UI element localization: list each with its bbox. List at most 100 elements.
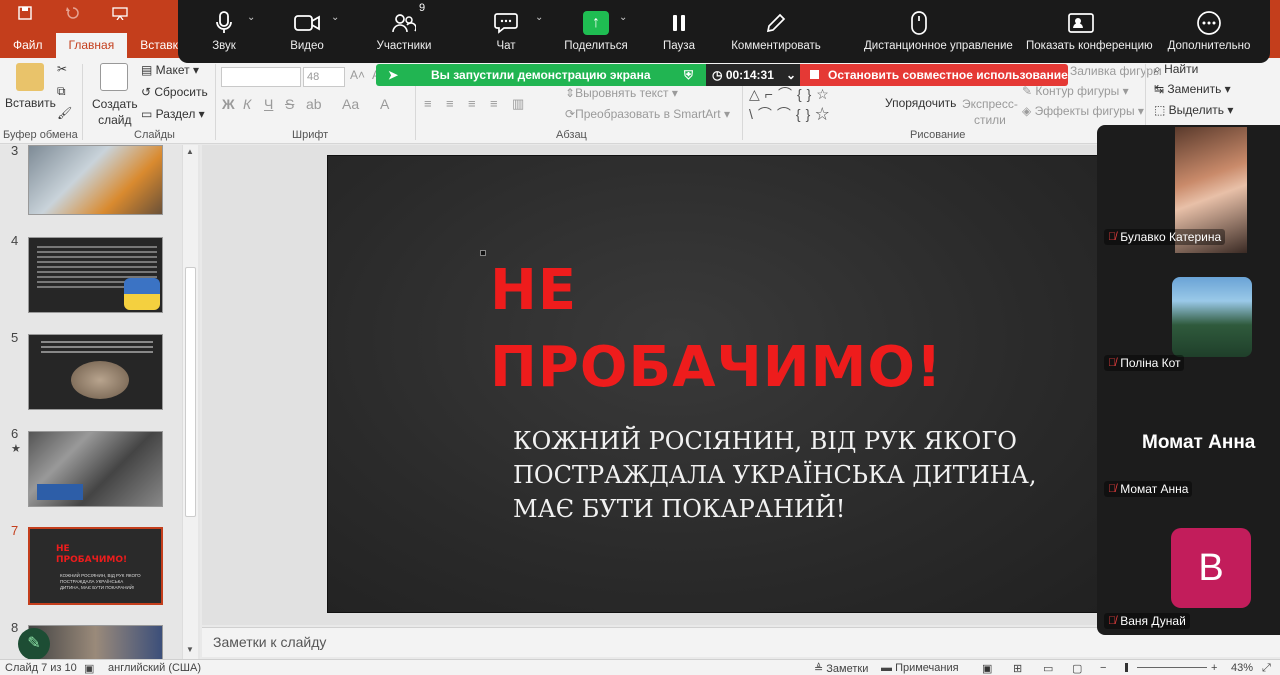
thumbnail-title-line1: НЕ [56,544,70,554]
italic-icon[interactable]: К [243,96,251,112]
slide-thumbnail-5[interactable] [28,334,163,410]
zoom-slider[interactable] [1137,667,1207,668]
annotate-button[interactable]: Комментировать [721,6,831,60]
shape-effects-button[interactable]: ◈ Эффекты фигуры ▾ [1022,104,1144,118]
bold-icon[interactable]: Ж [222,96,235,112]
tab-file[interactable]: Файл [0,33,56,58]
slide-thumbnail-7[interactable]: НЕ ПРОБАЧИМО! КОЖНИЙ РОСІЯНИН, ВІД РУК Я… [28,527,163,605]
cut-icon[interactable]: ✂ [57,62,67,76]
paste-icon[interactable] [16,63,44,91]
zoom-out-icon[interactable]: − [1100,662,1106,674]
select-button[interactable]: ⬚ Выделить ▾ [1154,103,1233,117]
chevron-down-icon[interactable]: ⌄ [331,12,339,23]
slide-thumbnail-6[interactable] [28,431,163,507]
notes-toggle[interactable]: ≜ Заметки [814,662,868,675]
font-size-field[interactable]: 48 [303,67,345,87]
pause-label: Пауза [663,40,695,52]
participants-button[interactable]: Участники [349,6,459,60]
video-button[interactable]: Видео [252,6,362,60]
arrange-button[interactable]: Упорядочить [885,96,956,110]
change-case-icon[interactable]: Aa [342,96,359,112]
align-text-button[interactable]: ⇕Выровнять текст ▾ [565,86,678,100]
present-from-start-icon[interactable] [112,6,128,23]
accessibility-icon[interactable]: ▣ [84,662,94,675]
format-painter-icon[interactable]: 🖌 [57,106,72,120]
shape-outline-button[interactable]: ✎ Контур фигуры ▾ [1022,84,1129,98]
shapes-gallery[interactable]: △⌐⌒{}☆ [749,84,834,104]
zoom-slider-knob[interactable] [1125,663,1128,672]
participant-tile[interactable]: 🎙̸ Булавко Катерина [1097,125,1280,253]
participant-tile[interactable]: 🎙̸ Поліна Кот [1097,251,1280,377]
stop-icon [810,70,819,79]
new-slide-button[interactable]: Создать слайд [92,96,138,128]
more-button[interactable]: Дополнительно [1154,6,1264,60]
remote-control-button[interactable]: Дистанционное управление [864,6,1013,60]
sharing-banner-text: Вы запустили демонстрацию экрана [431,68,651,82]
font-name-field[interactable] [221,67,301,87]
scrollbar-thumb[interactable] [185,267,196,517]
thumbnail-number: 8 [11,620,19,635]
underline-icon[interactable]: Ч [264,96,273,112]
slideshow-icon[interactable]: ▢ [1072,662,1082,675]
justify-icon[interactable]: ≡ [490,96,498,111]
replace-button[interactable]: ↹ Заменить ▾ [1154,82,1231,96]
increase-font-icon[interactable]: A˄ [350,68,365,82]
mic-muted-icon: 🎙̸ [1108,357,1117,369]
reset-button[interactable]: ↺ Сбросить [141,85,208,99]
stop-sharing-button[interactable]: Остановить совместное использование [800,64,1068,86]
sharing-timer[interactable]: ◷ 00:14:31 ⌄ [706,64,800,86]
find-button[interactable]: ⌕ Найти [1154,62,1198,77]
divider [215,64,216,140]
font-color-icon[interactable]: A [380,96,389,112]
align-center-icon[interactable]: ≡ [446,96,454,111]
save-icon[interactable] [18,6,32,23]
scroll-down-icon[interactable]: ▼ [186,645,194,654]
normal-view-icon[interactable]: ▣ [982,662,992,675]
scroll-up-icon[interactable]: ▲ [186,147,194,156]
char-spacing-icon[interactable]: ab [306,96,322,112]
shape-fill-button[interactable]: Заливка фигуры [1070,64,1162,78]
shapes-gallery-row2[interactable]: \⌒⌒{}☆ [749,104,834,124]
fit-slide-icon[interactable]: ⤢ [1262,662,1271,675]
shape-outline-label: Контур фигуры [1035,84,1120,98]
strikethrough-icon[interactable]: S [285,96,294,112]
timer-value: 00:14:31 [725,68,774,82]
current-slide[interactable]: НЕ ПРОБАЧИМО! КОЖНИЙ РОСІЯНИН, ВІД РУК Я… [327,155,1102,613]
copy-icon[interactable]: ⧉ [57,84,66,99]
thumbnail-scrollbar[interactable]: ▲ ▼ [182,145,198,660]
pause-icon [624,6,734,40]
participant-tile[interactable]: Момат Анна 🎙̸ Момат Анна [1097,377,1280,503]
replace-label: Заменить [1167,82,1222,96]
participant-display-name: Момат Анна [1142,432,1256,453]
show-meeting-button[interactable]: Показать конференцию [1026,6,1153,60]
participant-name-tag: 🎙̸ Момат Анна [1104,481,1193,497]
comments-toggle[interactable]: ▬ Примечания [881,662,959,674]
columns-icon[interactable]: ▥ [512,96,524,112]
mic-muted-icon: 🎙̸ [1108,483,1117,495]
pause-button[interactable]: Пауза [624,6,734,60]
slide-title[interactable]: НЕ ПРОБАЧИМО! [490,252,943,406]
language-indicator[interactable]: английский (США) [108,662,201,674]
selection-handle[interactable] [480,250,486,256]
meeting-window-icon [1026,6,1136,40]
paste-button[interactable]: Вставить [5,96,56,110]
slide-body-text[interactable]: КОЖНИЙ РОСІЯНИН, ВІД РУК ЯКОГО ПОСТРАЖДА… [513,424,1036,526]
zoom-level[interactable]: 43% [1231,662,1253,674]
tab-home[interactable]: Главная [55,33,128,58]
slide-thumbnail-3[interactable] [28,145,163,215]
slide-thumbnail-4[interactable] [28,237,163,313]
align-left-icon[interactable]: ≡ [424,96,432,111]
zoom-in-icon[interactable]: + [1211,662,1217,674]
zoom-meeting-toolbar: Звук ⌄ Видео ⌄ Участники 9 Чат ⌄ ↑ Подел… [178,0,1270,63]
align-right-icon[interactable]: ≡ [468,96,476,111]
participant-tile[interactable]: В 🎙̸ Ваня Дунай [1097,509,1280,635]
quick-styles-button[interactable]: Экспресс- стили [962,96,1018,128]
draw-pen-icon[interactable]: ✎ [18,628,50,660]
convert-smartart-button[interactable]: ⟳Преобразовать в SmartArt ▾ [565,107,730,121]
section-button[interactable]: ▭ Раздел ▾ [141,107,205,121]
reading-view-icon[interactable]: ▭ [1043,662,1053,675]
layout-button[interactable]: ▤ Макет ▾ [141,63,199,77]
slide-sorter-icon[interactable]: ⊞ [1013,662,1022,675]
new-slide-icon[interactable] [100,63,128,91]
undo-icon[interactable] [66,6,80,23]
